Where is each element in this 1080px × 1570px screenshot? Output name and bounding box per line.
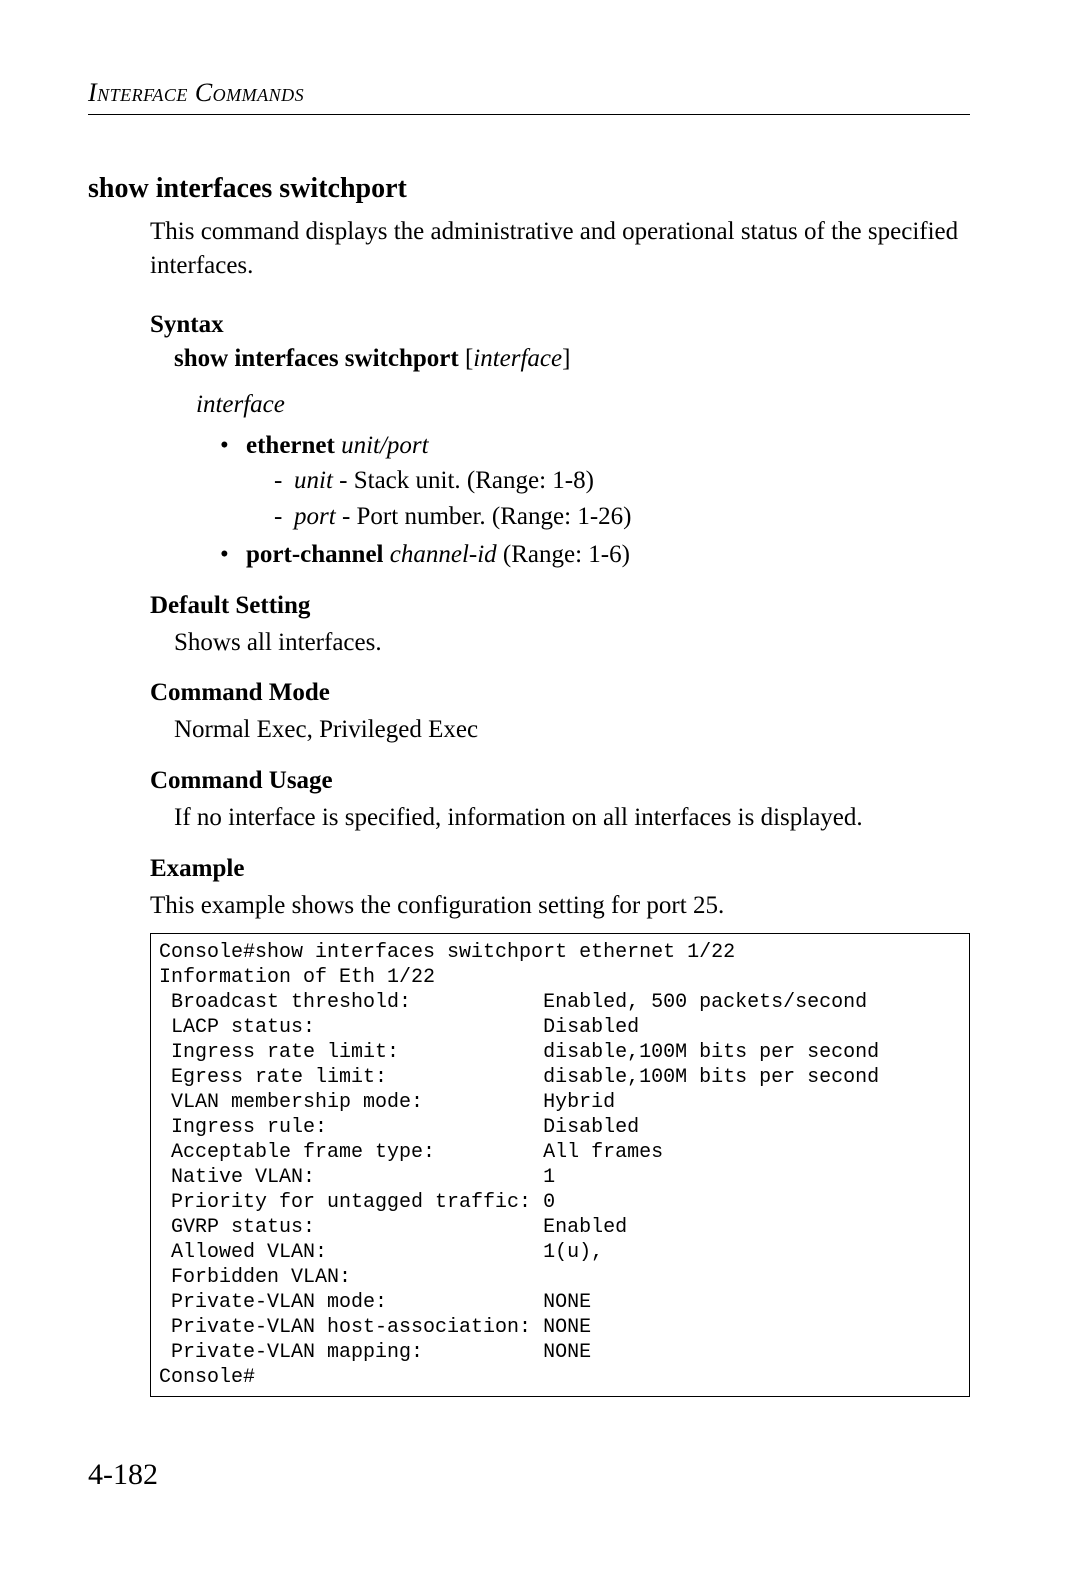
port-channel-range: (Range: 1-6)	[497, 541, 630, 568]
command-name-heading: show interfaces switchport	[88, 173, 970, 205]
command-usage-heading: Command Usage	[150, 767, 970, 795]
port-name: port	[294, 503, 336, 530]
syntax-line: show interfaces switchport [interface]	[174, 345, 970, 373]
command-description: This command displays the administrative…	[150, 215, 970, 283]
syntax-param-interface: interface	[473, 345, 562, 372]
running-title: Interface Commands	[88, 78, 970, 108]
option-port-channel: port-channel channel-id (Range: 1-6)	[220, 538, 970, 572]
command-mode-text: Normal Exec, Privileged Exec	[174, 713, 970, 747]
example-heading: Example	[150, 855, 970, 883]
param-interface: interface	[196, 391, 970, 419]
command-usage-text: If no interface is specified, informatio…	[174, 801, 970, 835]
example-code-block: Console#show interfaces switchport ether…	[150, 933, 970, 1397]
subparam-port: port - Port number. (Range: 1-26)	[274, 500, 970, 534]
example-intro: This example shows the configuration set…	[150, 889, 970, 923]
ethernet-subparams: unit - Stack unit. (Range: 1-8) port - P…	[274, 464, 970, 534]
bracket-open: [	[459, 345, 474, 372]
port-text: - Port number. (Range: 1-26)	[336, 503, 632, 530]
subparam-unit: unit - Stack unit. (Range: 1-8)	[274, 464, 970, 498]
header-rule	[88, 114, 970, 115]
default-setting-heading: Default Setting	[150, 592, 970, 620]
syntax-heading: Syntax	[150, 311, 970, 339]
command-mode-heading: Command Mode	[150, 679, 970, 707]
args-ethernet: unit/port	[341, 432, 429, 459]
syntax-command: show interfaces switchport	[174, 345, 459, 372]
keyword-ethernet: ethernet	[246, 432, 335, 459]
bracket-close: ]	[562, 345, 570, 372]
default-setting-text: Shows all interfaces.	[174, 626, 970, 660]
unit-text: - Stack unit. (Range: 1-8)	[333, 467, 594, 494]
option-ethernet: ethernet unit/port unit - Stack unit. (R…	[220, 429, 970, 534]
arg-channel-id: channel-id	[390, 541, 497, 568]
param-options-list: ethernet unit/port unit - Stack unit. (R…	[220, 429, 970, 572]
page-number: 4-182	[88, 1458, 158, 1492]
keyword-port-channel: port-channel	[246, 541, 384, 568]
command-body: This command displays the administrative…	[150, 215, 970, 1397]
unit-name: unit	[294, 467, 333, 494]
page: Interface Commands show interfaces switc…	[0, 0, 1080, 1570]
